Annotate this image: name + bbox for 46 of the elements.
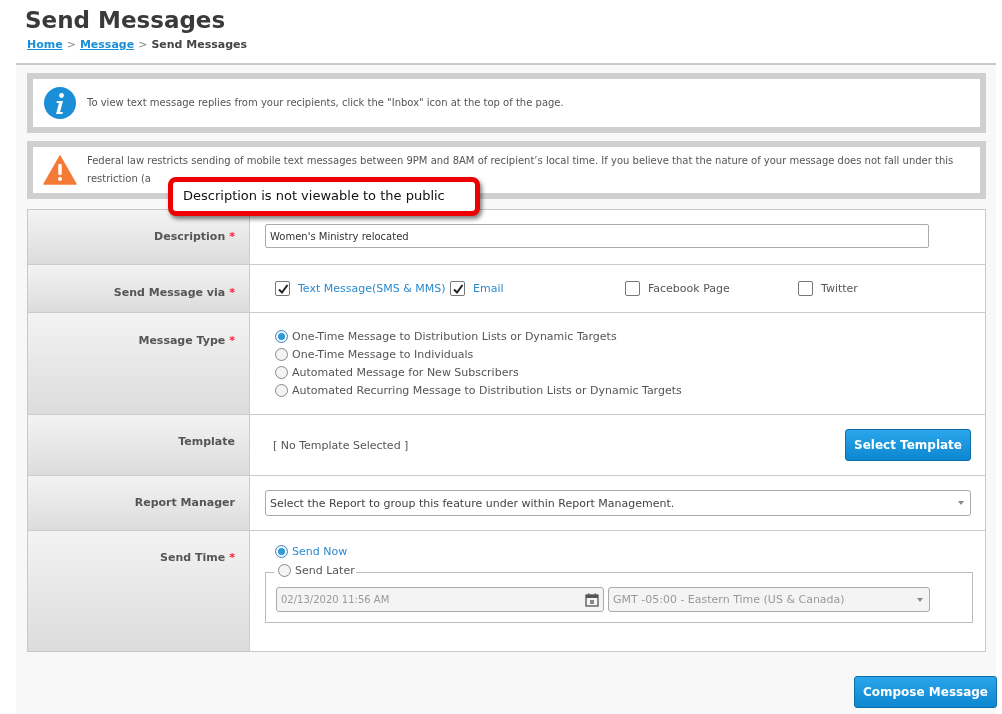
checkbox[interactable]: [625, 281, 640, 296]
notice-text: To view text message replies from your recipients, click the "Inbox" icon at the top of the page.: [87, 96, 564, 110]
required-mark: *: [229, 334, 235, 349]
field-label: Report Manager: [134, 496, 235, 511]
breadcrumb-separator: >: [138, 38, 148, 51]
checkbox-label: Email: [473, 282, 504, 295]
radio-button[interactable]: [275, 348, 288, 361]
radio-label: One-Time Message to Individuals: [292, 348, 474, 361]
radio-label: One-Time Message to Distribution Lists or Dynamic Targets: [292, 330, 617, 343]
template-value: [ No Template Selected ]: [273, 438, 409, 452]
description-field[interactable]: Women's Ministry relocated: [265, 224, 929, 248]
select-template-button[interactable]: Select Template: [845, 429, 971, 461]
warning-icon: [43, 153, 77, 187]
checkbox-label: Facebook Page: [648, 282, 730, 295]
required-mark: *: [229, 230, 235, 245]
required-mark: *: [229, 286, 235, 301]
checkbox[interactable]: [798, 281, 813, 296]
radio-label: Send Now: [292, 545, 348, 558]
radio-button[interactable]: [275, 384, 288, 397]
field-label: Send Time: [160, 551, 226, 566]
breadcrumb-link[interactable]: Message: [79, 38, 135, 51]
breadcrumb-separator: >: [66, 38, 76, 51]
info-icon: [43, 86, 77, 120]
field-label: Message Type: [138, 334, 226, 349]
page-title: Send Messages: [24, 6, 227, 35]
radio-button[interactable]: [275, 330, 288, 343]
caret-icon: [958, 501, 964, 505]
field-label: Send Message via: [113, 286, 226, 301]
checkbox-label: Text Message(SMS & MMS): [298, 282, 446, 295]
checkbox-label: Twitter: [821, 282, 858, 295]
field-label: Template: [178, 435, 235, 450]
report-select[interactable]: Select the Report to group this feature under within Report Management.: [265, 490, 971, 516]
radio-button[interactable]: [275, 366, 288, 379]
radio-label: Send Later: [295, 564, 355, 577]
radio-label: Automated Message for New Subscribers: [292, 366, 519, 379]
caret-icon: [917, 597, 923, 602]
field-label: Description: [154, 230, 226, 245]
compose-message-button[interactable]: Compose Message: [853, 676, 997, 708]
breadcrumb-link[interactable]: Home: [27, 38, 63, 51]
required-mark: *: [229, 551, 235, 566]
checkbox[interactable]: [450, 281, 465, 296]
tooltip: Description is not viewable to the public: [168, 177, 480, 216]
checkbox[interactable]: [275, 281, 290, 296]
breadcrumb-current: Send Messages: [151, 38, 248, 51]
calendar-icon: [585, 592, 599, 607]
radio-label: Automated Recurring Message to Distribution Lists or Dynamic Targets: [292, 384, 682, 397]
